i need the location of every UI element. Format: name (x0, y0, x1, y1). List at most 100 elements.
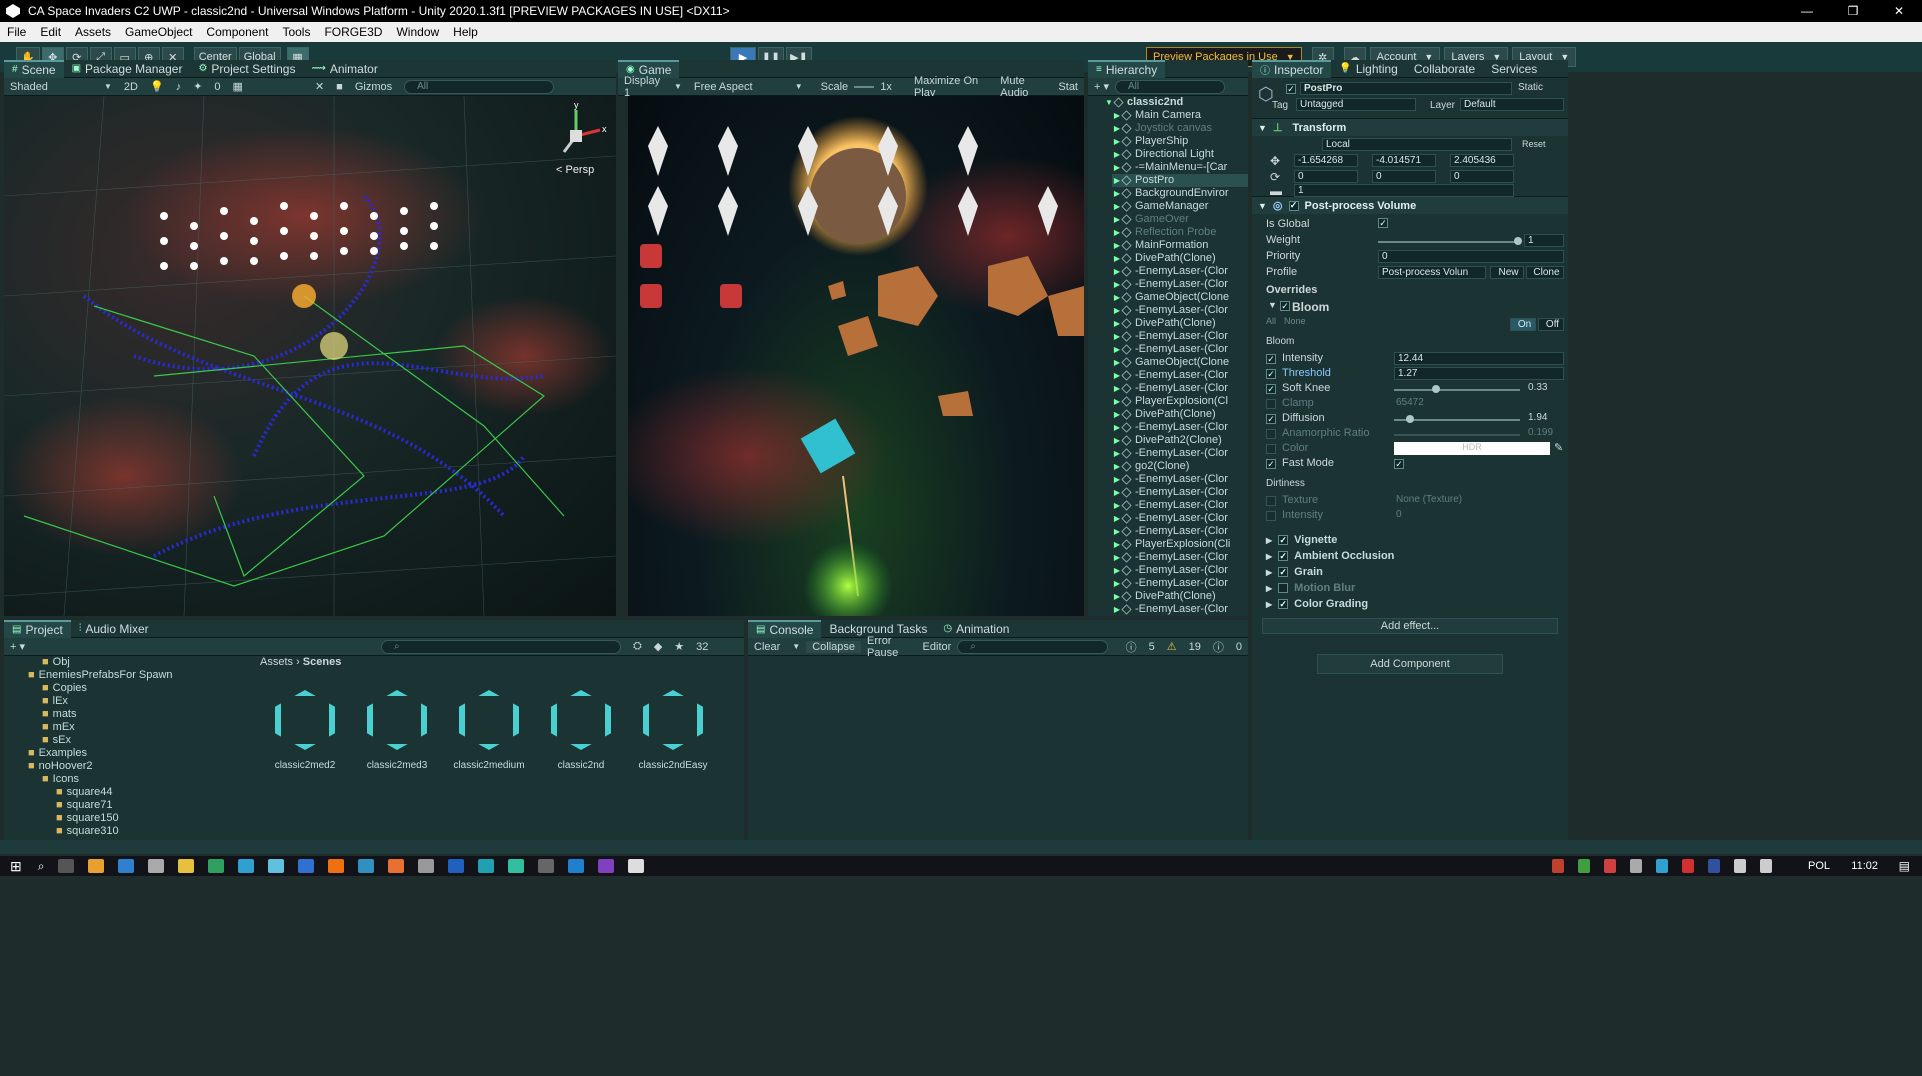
taskbar-app-icon[interactable] (388, 859, 405, 873)
taskbar-app-icon[interactable] (208, 859, 225, 873)
hierarchy-item[interactable]: ▶ DivePath(Clone) (1112, 317, 1248, 330)
profile-clone-button[interactable]: Clone (1526, 266, 1564, 279)
hierarchy-search-input[interactable]: All (1115, 79, 1226, 94)
weight-slider-knob[interactable] (1514, 237, 1522, 245)
texture-field[interactable]: None (Texture) (1396, 494, 1462, 505)
add-object-button[interactable]: + ▾ (1088, 80, 1115, 93)
clamp-checkbox[interactable] (1266, 399, 1276, 409)
hierarchy-item[interactable]: ▶ -EnemyLaser-(Clor (1112, 499, 1248, 512)
project-folder[interactable]: ■ square71 (4, 799, 250, 812)
menu-window[interactable]: Window (389, 25, 446, 39)
project-folder[interactable]: ■ Examples (4, 747, 250, 760)
effect-enabled-checkbox[interactable]: ✓ (1278, 567, 1289, 577)
anamorphic-slider[interactable] (1394, 434, 1520, 436)
diffusion-slider-knob[interactable] (1406, 415, 1414, 423)
hierarchy-item[interactable]: ▶ -EnemyLaser-(Clor (1112, 369, 1248, 382)
project-folder[interactable]: ■ square150 (4, 812, 250, 825)
color-swatch[interactable]: HDR (1394, 442, 1550, 455)
scene-viewport[interactable]: y x < Persp (4, 96, 616, 616)
menu-help[interactable]: Help (446, 25, 485, 39)
menu-component[interactable]: Component (199, 25, 275, 39)
hierarchy-item[interactable]: ▶ -EnemyLaser-(Clor (1112, 447, 1248, 460)
audio-toggle-icon[interactable]: ♪ (170, 81, 188, 93)
taskbar-app-icon[interactable] (88, 859, 105, 873)
collapse-arrow-icon[interactable]: ▼ (1258, 201, 1267, 211)
error-icon[interactable]: ⓘ (1207, 639, 1230, 655)
effect-enabled-checkbox[interactable]: ✓ (1278, 599, 1289, 609)
add-component-button[interactable]: Add Component (1317, 654, 1503, 674)
taskbar-app-icon[interactable] (358, 859, 375, 873)
taskbar-app-icon[interactable] (538, 859, 555, 873)
taskbar-app-icon[interactable] (268, 859, 285, 873)
tray-icon[interactable] (1604, 859, 1616, 873)
tab-collaborate[interactable]: Collaborate (1406, 60, 1483, 78)
shading-mode-dropdown[interactable]: Shaded (4, 81, 98, 93)
favorites-icon[interactable]: ★ (668, 640, 690, 653)
active-checkbox[interactable]: ✓ (1286, 84, 1296, 94)
softknee-value[interactable]: 0.33 (1528, 382, 1547, 393)
tab-inspector[interactable]: ⓘ Inspector (1252, 59, 1332, 78)
taskbar-app-icon[interactable] (298, 859, 315, 873)
eyedropper-icon[interactable]: ✎ (1554, 441, 1563, 454)
keyboard-language[interactable]: POL (1808, 860, 1830, 872)
hierarchy-item[interactable]: ▶ -EnemyLaser-(Clor (1112, 304, 1248, 317)
tray-icon[interactable] (1682, 859, 1694, 873)
tray-icon[interactable] (1552, 859, 1564, 873)
priority-field[interactable]: 0 (1378, 250, 1564, 263)
hierarchy-item[interactable]: ▶ -=MainMenu=-[Car (1112, 161, 1248, 174)
aspect-dropdown[interactable]: Free Aspect (688, 81, 789, 93)
taskbar-app-icon[interactable] (238, 859, 255, 873)
toggle-2d-button[interactable]: 2D (118, 81, 144, 93)
softknee-checkbox[interactable]: ✓ (1266, 384, 1276, 394)
clear-button[interactable]: Clear (748, 641, 786, 653)
scene-search-input[interactable]: All (404, 79, 555, 94)
hierarchy-item[interactable]: ▶ Directional Light (1112, 148, 1248, 161)
taskbar-app-icon[interactable] (328, 859, 345, 873)
tray-icon[interactable] (1578, 859, 1590, 873)
stats-toggle[interactable]: Stat (1052, 81, 1084, 93)
hierarchy-item[interactable]: ▶ -EnemyLaser-(Clor (1112, 551, 1248, 564)
bloom-enabled-checkbox[interactable]: ✓ (1280, 301, 1290, 311)
expand-arrow-icon[interactable]: ▶ (1266, 568, 1272, 577)
console-search-input[interactable]: ⌕ (957, 639, 1108, 654)
hierarchy-item[interactable]: ▶ GameManager (1112, 200, 1248, 213)
effect-grain[interactable]: ▶ ✓ Grain (1252, 564, 1568, 580)
expand-arrow-icon[interactable]: ▶ (1266, 552, 1272, 561)
hierarchy-item[interactable]: ▶ -EnemyLaser-(Clor (1112, 343, 1248, 356)
tab-console[interactable]: ▤ Console (748, 619, 822, 638)
camera-dropdown-icon[interactable]: ■ (330, 81, 349, 93)
taskbar-app-icon[interactable] (448, 859, 465, 873)
taskbar-app-icon[interactable] (628, 859, 645, 873)
transform-header[interactable]: ▼ ⊥ Transform (1252, 118, 1568, 136)
gizmos-dropdown[interactable]: Gizmos (349, 81, 398, 93)
dirt-intensity-checkbox[interactable] (1266, 511, 1276, 521)
hierarchy-item[interactable]: ▶ PlayerShip (1112, 135, 1248, 148)
maximize-button[interactable]: ❐ (1830, 0, 1876, 22)
tag-dropdown[interactable]: Untagged (1296, 98, 1416, 111)
menu-assets[interactable]: Assets (68, 25, 118, 39)
expand-arrow-icon[interactable]: ▶ (1266, 536, 1272, 545)
static-toggle[interactable]: Static (1518, 82, 1543, 93)
project-folder[interactable]: ■ mEx (4, 721, 250, 734)
effect-enabled-checkbox[interactable] (1278, 583, 1289, 593)
softknee-slider-knob[interactable] (1432, 385, 1440, 393)
anamorphic-checkbox[interactable] (1266, 429, 1276, 439)
hierarchy-item[interactable]: ▶ -EnemyLaser-(Clor (1112, 525, 1248, 538)
effects-dropdown-icon[interactable]: ✦ (187, 80, 208, 93)
expand-arrow-icon[interactable]: ▶ (1266, 600, 1272, 609)
hierarchy-item[interactable]: ▶ Reflection Probe (1112, 226, 1248, 239)
tab-project[interactable]: ▤ Project (4, 619, 71, 638)
tab-scene[interactable]: # Scene (4, 59, 64, 78)
game-viewport[interactable] (628, 96, 1084, 616)
lighting-toggle-icon[interactable]: 💡 (144, 80, 170, 93)
reset-button[interactable]: Reset (1522, 139, 1546, 149)
tab-hierarchy[interactable]: ≡ Hierarchy (1088, 59, 1166, 78)
scale-field[interactable]: 1 (1294, 184, 1514, 197)
tray-icon[interactable] (1708, 859, 1720, 873)
hierarchy-item[interactable]: ▶ PostPro (1112, 174, 1248, 187)
search-icon[interactable]: ⌕ (38, 859, 45, 874)
rotation-x-field[interactable]: 0 (1294, 170, 1358, 183)
hierarchy-item[interactable]: ▶ MainFormation (1112, 239, 1248, 252)
tab-services[interactable]: Services (1483, 60, 1545, 78)
diffusion-value[interactable]: 1.94 (1528, 412, 1547, 423)
